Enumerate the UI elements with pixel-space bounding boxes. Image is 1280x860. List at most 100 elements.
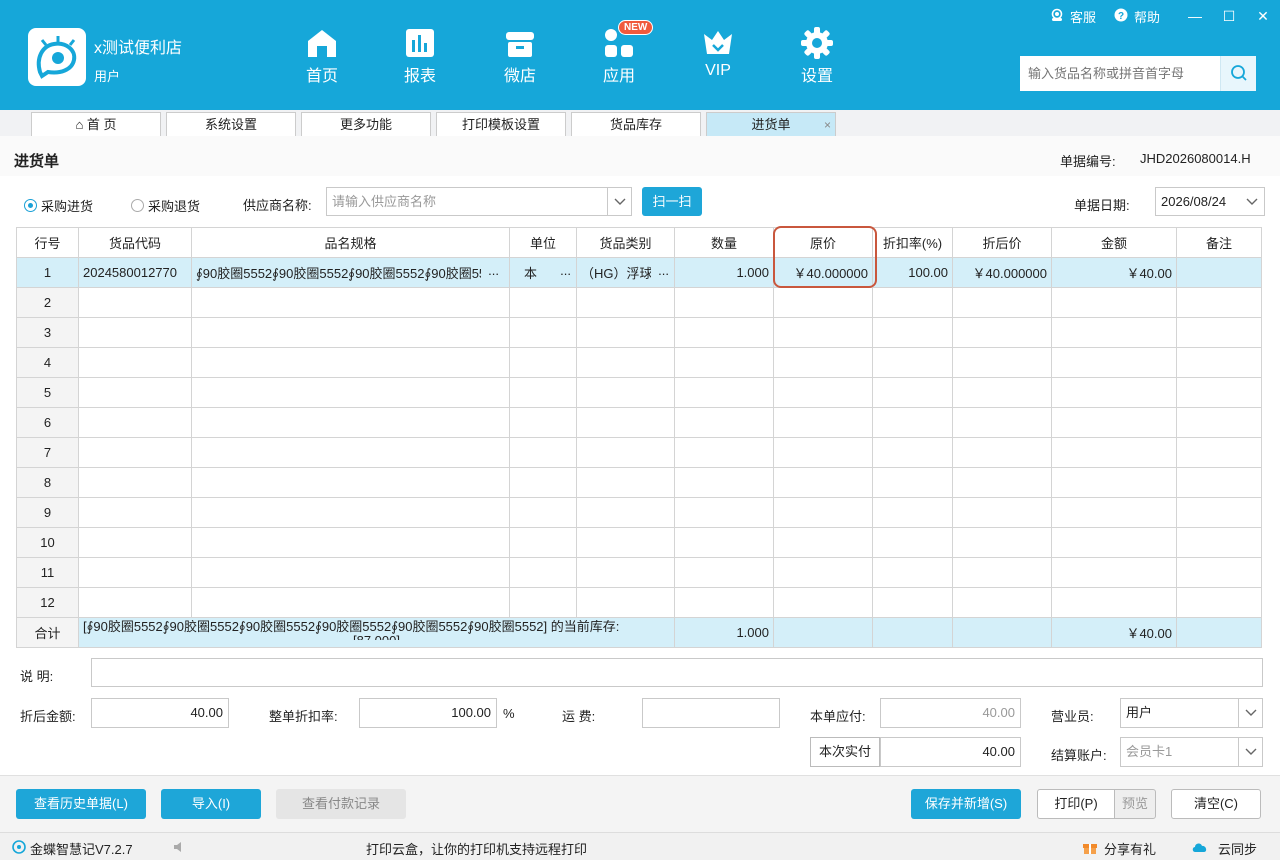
tab-purchase-order[interactable]: 进货单 × — [706, 112, 836, 136]
import-button[interactable]: 导入(I) — [161, 789, 261, 819]
grid-cell[interactable] — [952, 287, 1052, 318]
grid-cell[interactable] — [674, 317, 774, 348]
grid-cell[interactable] — [191, 527, 510, 558]
grid-cell[interactable] — [191, 467, 510, 498]
cell-amount[interactable]: ￥40.00 — [1051, 257, 1177, 288]
grid-cell[interactable] — [674, 377, 774, 408]
grid-cell[interactable] — [576, 497, 675, 528]
grid-cell[interactable] — [78, 437, 192, 468]
cell-category[interactable]: （HG）浮球阀 ... — [576, 257, 675, 288]
radio-return[interactable]: 采购退货 — [131, 196, 200, 215]
cell-price[interactable]: ￥40.000000 — [773, 257, 873, 288]
grid-cell[interactable] — [773, 347, 873, 378]
grid-cell[interactable] — [509, 347, 577, 378]
nav-apps[interactable]: NEW 应用 — [583, 20, 655, 86]
grid-cell[interactable] — [872, 347, 953, 378]
grid-cell[interactable] — [191, 287, 510, 318]
table-row[interactable]: 7 — [16, 437, 1262, 468]
grid-cell[interactable] — [872, 527, 953, 558]
grid-cell[interactable] — [872, 377, 953, 408]
grid-cell[interactable] — [576, 557, 675, 588]
table-row[interactable]: 8 — [16, 467, 1262, 498]
grid-cell[interactable] — [952, 347, 1052, 378]
grid-cell[interactable] — [952, 317, 1052, 348]
whole-disc-input[interactable]: 100.00 — [359, 698, 497, 728]
minimize-button[interactable]: — — [1178, 8, 1212, 24]
grid-cell[interactable] — [674, 437, 774, 468]
chevron-down-icon[interactable] — [1240, 188, 1264, 215]
salesman-select[interactable]: 用户 — [1120, 698, 1263, 728]
chevron-down-icon[interactable] — [1238, 738, 1262, 766]
grid-cell[interactable] — [773, 377, 873, 408]
save-new-button[interactable]: 保存并新增(S) — [911, 789, 1021, 819]
grid-cell[interactable] — [1051, 557, 1177, 588]
cell-note[interactable] — [1176, 257, 1262, 288]
grid-cell[interactable] — [576, 437, 675, 468]
service-link[interactable]: 客服 — [1050, 7, 1096, 26]
grid-cell[interactable] — [509, 377, 577, 408]
chevron-down-icon[interactable] — [607, 188, 631, 215]
cell-qty[interactable]: 1.000 — [674, 257, 774, 288]
grid-cell[interactable] — [674, 497, 774, 528]
grid-cell[interactable] — [952, 497, 1052, 528]
grid-cell[interactable] — [509, 557, 577, 588]
grid-cell[interactable] — [78, 467, 192, 498]
grid-cell[interactable] — [674, 467, 774, 498]
scan-button[interactable]: 扫一扫 — [642, 187, 702, 216]
cell-discount[interactable]: 100.00 — [872, 257, 953, 288]
grid-cell[interactable] — [872, 497, 953, 528]
print-button[interactable]: 打印(P) — [1037, 789, 1115, 819]
grid-cell[interactable] — [773, 317, 873, 348]
grid-cell[interactable] — [576, 407, 675, 438]
grid-cell[interactable] — [78, 527, 192, 558]
grid-cell[interactable] — [872, 407, 953, 438]
grid-cell[interactable] — [78, 557, 192, 588]
grid-cell[interactable] — [773, 497, 873, 528]
tab-close-icon[interactable]: × — [824, 113, 831, 137]
grid-cell[interactable] — [191, 497, 510, 528]
grid-cell[interactable] — [1176, 347, 1262, 378]
grid-cell[interactable] — [78, 587, 192, 618]
grid-cell[interactable] — [872, 557, 953, 588]
table-row[interactable]: 10 — [16, 527, 1262, 558]
freight-input[interactable] — [642, 698, 780, 728]
grid-cell[interactable] — [872, 467, 953, 498]
table-row[interactable]: 12 — [16, 587, 1262, 618]
grid-cell[interactable] — [1051, 497, 1177, 528]
cell-name-more[interactable]: ... — [488, 263, 499, 278]
grid-cell[interactable] — [773, 527, 873, 558]
grid-cell[interactable] — [509, 317, 577, 348]
grid-cell[interactable] — [191, 587, 510, 618]
cell-category-more[interactable]: ... — [658, 263, 669, 278]
table-row[interactable]: 6 — [16, 407, 1262, 438]
history-button[interactable]: 查看历史单据(L) — [16, 789, 146, 819]
grid-cell[interactable] — [674, 347, 774, 378]
tab-print-template[interactable]: 打印模板设置 — [436, 112, 566, 136]
close-button[interactable]: ✕ — [1246, 8, 1280, 25]
grid-cell[interactable] — [509, 497, 577, 528]
grid-cell[interactable] — [509, 437, 577, 468]
cell-code[interactable]: 2024580012770 — [78, 257, 192, 288]
after-disc-input[interactable]: 40.00 — [91, 698, 229, 728]
product-search-input[interactable] — [1020, 56, 1220, 91]
grid-cell[interactable] — [1176, 557, 1262, 588]
grid-cell[interactable] — [872, 317, 953, 348]
grid-cell[interactable] — [952, 377, 1052, 408]
payment-record-button[interactable]: 查看付款记录 — [276, 789, 406, 819]
paid-input[interactable]: 40.00 — [880, 737, 1021, 767]
grid-cell[interactable] — [773, 557, 873, 588]
grid-cell[interactable] — [191, 437, 510, 468]
table-row[interactable]: 11 — [16, 557, 1262, 588]
ad-text[interactable]: 打印云盒，让你的打印机支持远程打印 — [366, 839, 587, 858]
grid-cell[interactable] — [872, 587, 953, 618]
grid-cell[interactable] — [78, 317, 192, 348]
grid-cell[interactable] — [1051, 527, 1177, 558]
grid-cell[interactable] — [1176, 317, 1262, 348]
grid-cell[interactable] — [952, 437, 1052, 468]
nav-settings[interactable]: 设置 — [781, 26, 853, 86]
grid-cell[interactable] — [1051, 467, 1177, 498]
grid-cell[interactable] — [1176, 527, 1262, 558]
grid-cell[interactable] — [674, 587, 774, 618]
grid-cell[interactable] — [191, 557, 510, 588]
grid-cell[interactable] — [191, 407, 510, 438]
